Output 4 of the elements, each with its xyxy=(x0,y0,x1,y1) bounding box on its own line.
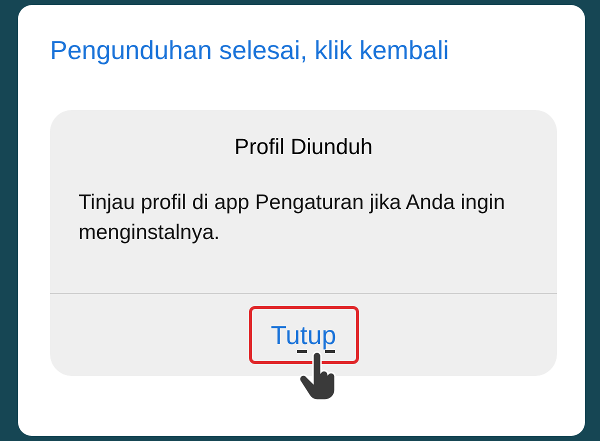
page-heading: Pengunduhan selesai, klik kembali xyxy=(50,34,450,67)
alert-message: Tinjau profil di app Pengaturan jika Anda ingin menginstalnya. xyxy=(78,190,506,246)
close-button[interactable]: Tutup xyxy=(248,306,358,364)
alert-title: Profil Diunduh xyxy=(234,133,373,161)
